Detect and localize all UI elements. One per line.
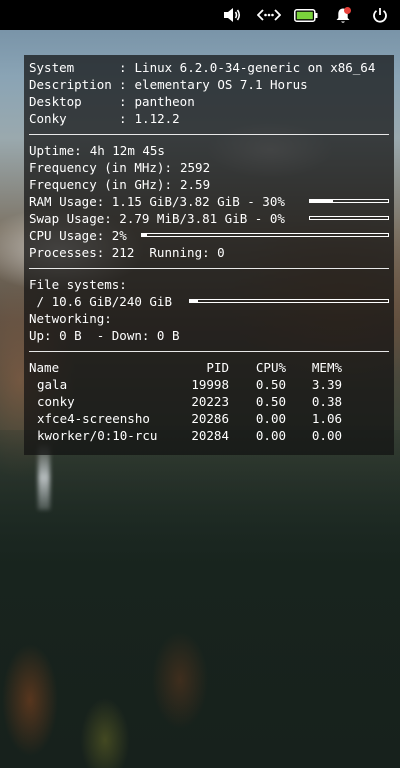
processes-summary-text: Processes: 212 Running: 0: [29, 245, 225, 260]
notifications-icon[interactable]: [326, 0, 360, 30]
process-cpu: 0.50: [255, 377, 286, 392]
frequency-mhz-row: Frequency (in MHz): 2592: [29, 159, 389, 176]
cpu-usage-text: CPU Usage: 2%: [29, 228, 127, 243]
frequency-ghz-label: Frequency (in GHz):: [29, 177, 172, 192]
separator: :: [119, 60, 127, 75]
process-mem: 3.39: [311, 377, 342, 392]
description-value: elementary OS 7.1 Horus: [134, 77, 308, 92]
process-row: kworker/0:10-rcu 20284 0.00 0.00: [29, 427, 389, 444]
column-header-mem: MEM%: [311, 360, 342, 375]
swap-usage-bar: [309, 216, 389, 220]
process-table-header: Name PID CPU% MEM%: [29, 359, 389, 376]
process-cpu: 0.00: [255, 428, 286, 443]
top-panel: [0, 0, 400, 30]
process-pid: 20284: [191, 428, 229, 443]
uptime-row: Uptime: 4h 12m 45s: [29, 142, 389, 159]
description-label: Description: [29, 77, 112, 92]
uptime-value: 4h 12m 45s: [89, 143, 165, 158]
root-fs-bar: [189, 299, 389, 303]
process-row: conky 20223 0.50 0.38: [29, 393, 389, 410]
file-systems-label: File systems:: [29, 277, 127, 292]
desktop-value: pantheon: [134, 94, 195, 109]
ram-usage-row: RAM Usage: 1.15 GiB/3.82 GiB - 30%: [29, 193, 389, 210]
process-name: gala: [37, 377, 68, 392]
process-name: kworker/0:10-rcu: [37, 428, 158, 443]
column-header-name: Name: [29, 360, 60, 375]
process-name: xfce4-screensho: [37, 411, 150, 426]
swap-usage-row: Swap Usage: 2.79 MiB/3.81 GiB - 0%: [29, 210, 389, 227]
process-cpu: 0.50: [255, 394, 286, 409]
conky-version-row: Conky:1.12.2: [29, 110, 389, 127]
uptime-label: Uptime:: [29, 143, 82, 158]
notification-badge: [344, 7, 351, 14]
swap-usage-text: Swap Usage: 2.79 MiB/3.81 GiB - 0%: [29, 211, 285, 226]
frequency-ghz-row: Frequency (in GHz): 2.59: [29, 176, 389, 193]
desktop-label: Desktop: [29, 94, 82, 109]
file-systems-row: File systems:: [29, 276, 389, 293]
separator: :: [119, 94, 127, 109]
root-fs-text: / 10.6 GiB/240 GiB: [29, 294, 172, 309]
column-header-cpu: CPU%: [255, 360, 286, 375]
process-row: gala 19998 0.50 3.39: [29, 376, 389, 393]
processes-summary-row: Processes: 212 Running: 0: [29, 244, 389, 261]
ram-usage-bar: [309, 199, 389, 203]
ram-usage-bar-fill: [310, 200, 334, 202]
process-name: conky: [37, 394, 75, 409]
root-fs-row: / 10.6 GiB/240 GiB: [29, 293, 389, 310]
process-pid: 19998: [191, 377, 229, 392]
cpu-usage-bar-fill: [142, 234, 147, 236]
cpu-usage-row: CPU Usage: 2%: [29, 227, 389, 244]
system-row: System: Linux 6.2.0-34-generic on x86_64: [29, 59, 389, 76]
networking-row: Networking:: [29, 310, 389, 327]
networking-label: Networking:: [29, 311, 112, 326]
column-header-pid: PID: [206, 360, 229, 375]
system-value: Linux 6.2.0-34-generic on x86_64: [134, 60, 376, 75]
process-mem: 0.00: [311, 428, 342, 443]
frequency-ghz-value: 2.59: [180, 177, 211, 192]
network-traffic-text: Up: 0 B - Down: 0 B: [29, 328, 180, 343]
power-icon[interactable]: [363, 0, 397, 30]
process-pid: 20286: [191, 411, 229, 426]
battery-icon[interactable]: [289, 0, 323, 30]
separator: :: [119, 111, 127, 126]
frequency-mhz-value: 2592: [180, 160, 211, 175]
process-mem: 0.38: [311, 394, 342, 409]
process-cpu: 0.00: [255, 411, 286, 426]
process-row: xfce4-screensho 20286 0.00 1.06: [29, 410, 389, 427]
network-traffic-row: Up: 0 B - Down: 0 B: [29, 327, 389, 344]
ram-usage-text: RAM Usage: 1.15 GiB/3.82 GiB - 30%: [29, 194, 285, 209]
wallpaper-forest: [0, 430, 400, 768]
network-icon[interactable]: [252, 0, 286, 30]
conky-widget: System: Linux 6.2.0-34-generic on x86_64 …: [24, 55, 394, 455]
volume-icon[interactable]: [215, 0, 249, 30]
frequency-mhz-label: Frequency (in MHz):: [29, 160, 172, 175]
conky-version-value: 1.12.2: [134, 111, 180, 126]
root-fs-bar-fill: [190, 300, 198, 302]
separator: :: [119, 77, 127, 92]
description-row: Description: elementary OS 7.1 Horus: [29, 76, 389, 93]
cpu-usage-bar: [141, 233, 389, 237]
desktop-row: Desktop: pantheon: [29, 93, 389, 110]
divider: [29, 134, 389, 135]
process-pid: 20223: [191, 394, 229, 409]
process-mem: 1.06: [311, 411, 342, 426]
conky-label: Conky: [29, 111, 67, 126]
divider: [29, 268, 389, 269]
system-label: System: [29, 60, 75, 75]
process-table: Name PID CPU% MEM% gala 19998 0.50 3.39 conky 2…: [29, 359, 389, 444]
divider: [29, 351, 389, 352]
